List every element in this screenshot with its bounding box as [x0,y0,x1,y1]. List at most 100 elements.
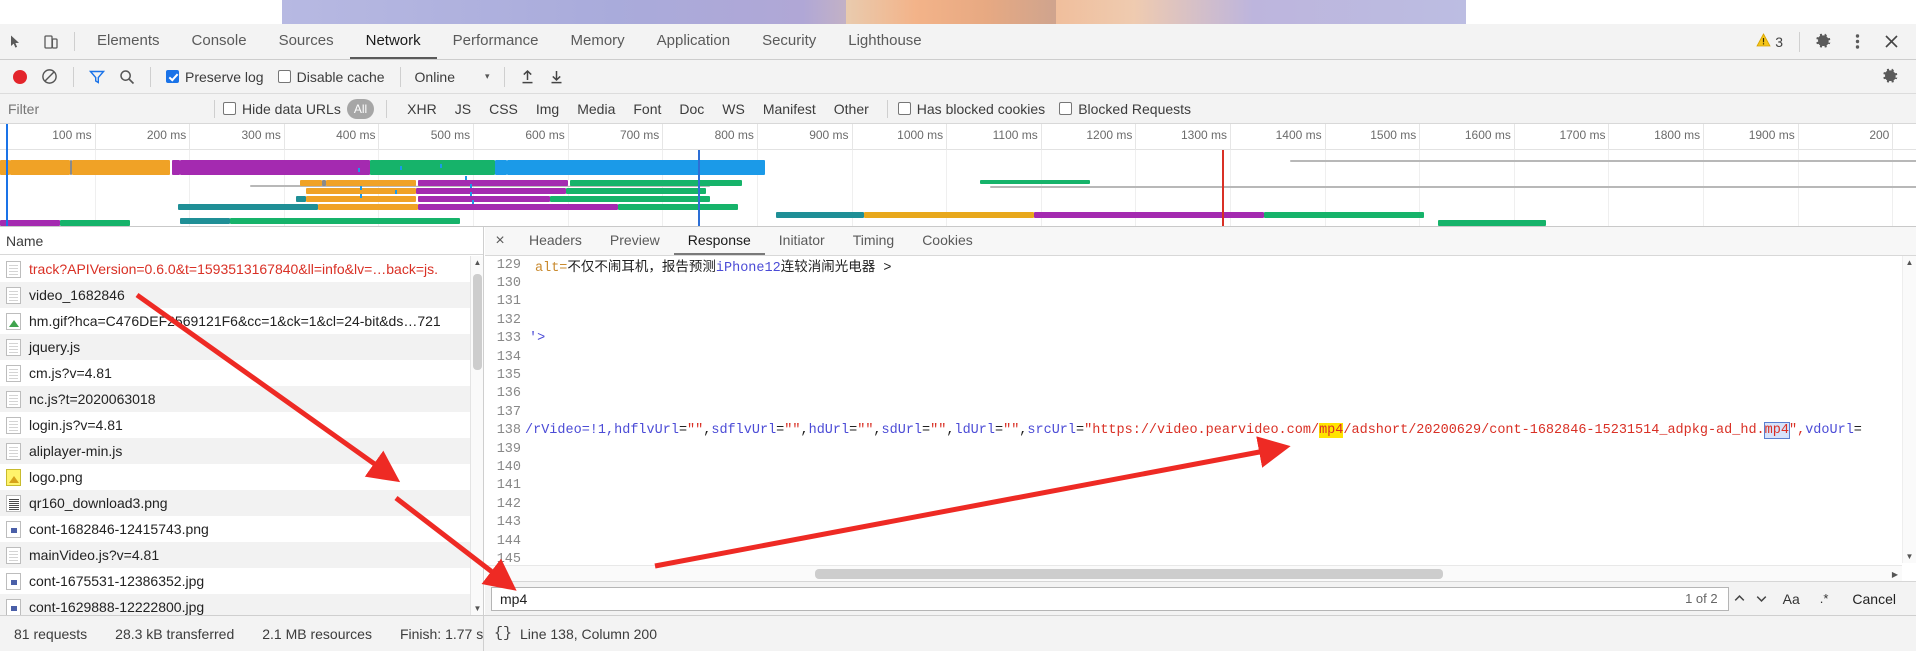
has-blocked-cookies-checkbox[interactable]: Has blocked cookies [897,100,1046,117]
tab-performance[interactable]: Performance [437,24,555,59]
request-row[interactable]: mainVideo.js?v=4.81 [0,542,483,568]
tab-lighthouse[interactable]: Lighthouse [832,24,937,59]
request-row[interactable]: cont-1675531-12386352.jpg [0,568,483,594]
tab-console[interactable]: Console [176,24,263,59]
inspect-element-icon[interactable] [0,24,34,59]
type-filter-js[interactable]: JS [447,99,479,119]
match-case-button[interactable]: Aa [1773,591,1810,607]
tab-memory[interactable]: Memory [555,24,641,59]
response-vertical-scrollbar[interactable]: ▲ ▼ [1902,256,1916,563]
find-next-button[interactable] [1751,587,1773,611]
regex-button[interactable]: .* [1810,591,1839,606]
preserve-log-label: Preserve log [185,68,264,85]
request-list-header[interactable]: Name [0,227,483,255]
export-har-icon[interactable] [542,60,571,93]
find-input[interactable] [492,587,1728,610]
tab-sources[interactable]: Sources [263,24,350,59]
tab-cookies[interactable]: Cookies [908,227,987,255]
scroll-down-arrow-icon[interactable]: ▼ [471,602,484,615]
request-list-scrollbar[interactable]: ▲ ▼ [470,256,483,615]
pretty-print-button[interactable]: {} [494,625,512,642]
request-row[interactable]: hm.gif?hca=C476DEF2569121F6&cc=1&ck=1&cl… [0,308,483,334]
type-filter-img[interactable]: Img [528,99,567,119]
dom-content-loaded-marker-2 [698,150,700,226]
request-row[interactable]: qr160_download3.png [0,490,483,516]
tab-elements[interactable]: Elements [81,24,176,59]
request-row[interactable]: nc.js?t=2020063018 [0,386,483,412]
filter-icon[interactable] [82,60,112,93]
type-filter-other[interactable]: Other [826,99,877,119]
hscrollbar-thumb[interactable] [815,569,1443,579]
warning-indicator[interactable]: 3 [1746,33,1793,50]
request-row[interactable]: aliplayer-min.js [0,438,483,464]
throttling-select[interactable]: Online ▾ [409,69,496,85]
preserve-log-checkbox[interactable]: Preserve log [159,60,271,93]
type-filter-media[interactable]: Media [569,99,623,119]
find-previous-button[interactable] [1729,587,1751,611]
filter-input[interactable] [0,94,206,123]
request-row[interactable]: cont-1629888-12222800.jpg [0,594,483,615]
code-line: 129 alt=不仅不闹耳机，报告预测iPhone12连较消闹光电器 > [485,256,1902,276]
clear-button[interactable] [34,60,65,93]
cancel-find-button[interactable]: Cancel [1838,591,1910,607]
type-filter-font[interactable]: Font [625,99,669,119]
line-number: 143 [485,515,529,531]
tab-timing[interactable]: Timing [839,227,909,255]
code-token: sdflvUrl [711,423,777,439]
close-icon[interactable] [1874,34,1908,49]
type-filter-doc[interactable]: Doc [671,99,712,119]
code-token: = [1076,423,1085,439]
timeline-tick: 1900 ms [1749,124,1799,150]
tab-headers[interactable]: Headers [515,227,596,255]
hide-data-urls-checkbox[interactable]: Hide data URLs [223,101,341,117]
gear-icon[interactable] [1806,33,1840,50]
tab-application[interactable]: Application [641,24,746,59]
type-filter-all[interactable]: All [346,98,375,119]
timeline-bar [1720,160,1916,162]
request-row[interactable]: jquery.js [0,334,483,360]
import-har-icon[interactable] [513,60,542,93]
request-row[interactable]: video_1682846 [0,282,483,308]
close-detail-icon[interactable]: × [485,227,515,255]
request-row[interactable]: track?APIVersion=0.6.0&t=1593513167840&l… [0,256,483,282]
code-line: 138/rVideo=!1,hdflvUrl="",sdflvUrl="",hd… [485,422,1902,440]
network-overview-timeline[interactable]: 100 ms 200 ms 300 ms 400 ms 500 ms 600 ms 700 … [0,124,1916,227]
network-settings-gear-icon[interactable] [1875,68,1906,85]
blocked-requests-checkbox[interactable]: Blocked Requests [1059,101,1191,117]
type-filter-css[interactable]: CSS [481,99,526,119]
request-row[interactable]: cont-1682846-12415743.png [0,516,483,542]
request-row[interactable]: logo.png [0,464,483,490]
tab-initiator[interactable]: Initiator [765,227,839,255]
record-button[interactable] [6,60,34,93]
type-filter-ws[interactable]: WS [714,99,753,119]
scroll-up-arrow-icon[interactable]: ▲ [471,256,484,269]
page-content-strip [0,0,1916,24]
tab-security[interactable]: Security [746,24,832,59]
code-token: = [1853,423,1862,439]
tab-preview[interactable]: Preview [596,227,674,255]
line-number: 140 [485,459,529,475]
scroll-down-arrow-icon[interactable]: ▼ [1903,550,1916,563]
has-blocked-cookies-label: Has blocked cookies [916,100,1046,117]
search-icon[interactable] [112,60,142,93]
response-code-viewer[interactable]: 129 alt=不仅不闹耳机，报告预测iPhone12连较消闹光电器 >130 13… [485,256,1902,563]
more-vertical-icon[interactable] [1840,33,1874,50]
scroll-up-arrow-icon[interactable]: ▲ [1903,256,1916,269]
request-list[interactable]: track?APIVersion=0.6.0&t=1593513167840&l… [0,256,483,615]
scroll-left-arrow-icon[interactable]: ◀ [485,566,499,582]
tab-response[interactable]: Response [673,227,765,255]
timeline-bar [0,160,10,175]
scroll-right-arrow-icon[interactable]: ▶ [1888,566,1902,582]
find-input-wrapper[interactable]: 1 of 2 [491,586,1729,611]
device-toolbar-icon[interactable] [34,24,68,59]
tab-network[interactable]: Network [349,24,437,59]
response-horizontal-scrollbar[interactable]: ◀ ▶ [485,565,1902,581]
request-row[interactable]: login.js?v=4.81 [0,412,483,438]
type-filter-xhr[interactable]: XHR [399,99,445,119]
request-row[interactable]: cm.js?v=4.81 [0,360,483,386]
network-toolbar: Preserve log Disable cache Online ▾ [0,60,1916,94]
line-number: 129 [485,257,529,273]
type-filter-manifest[interactable]: Manifest [755,99,824,119]
disable-cache-checkbox[interactable]: Disable cache [271,60,392,93]
scrollbar-thumb[interactable] [473,274,482,370]
